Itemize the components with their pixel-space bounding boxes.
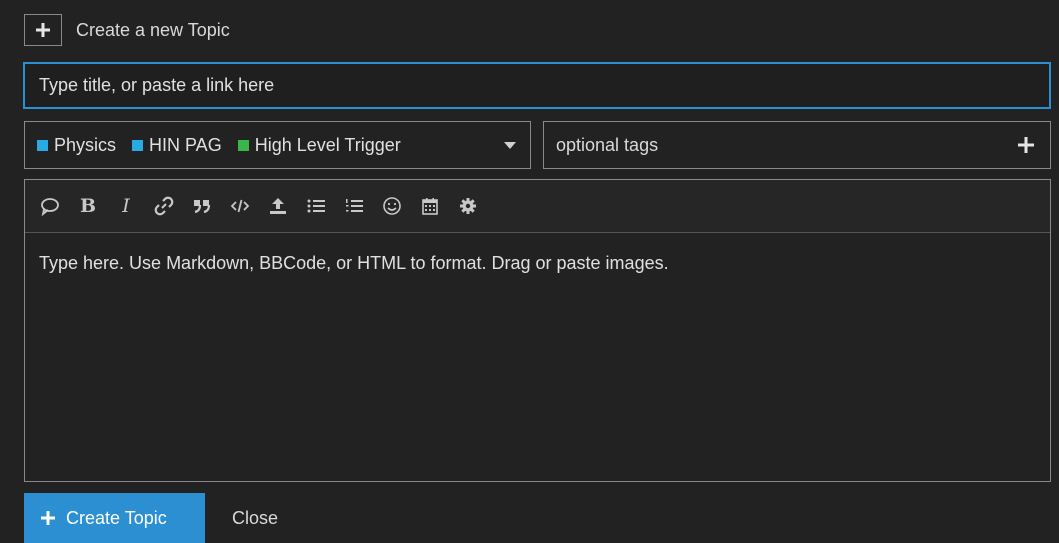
editor-placeholder: Type here. Use Markdown, BBCode, or HTML… xyxy=(39,253,669,273)
code-icon[interactable] xyxy=(227,193,253,219)
create-topic-button[interactable]: Create Topic xyxy=(24,493,205,543)
plus-icon xyxy=(41,511,55,525)
category-label: Physics xyxy=(54,134,117,155)
emoji-icon[interactable] xyxy=(379,193,405,219)
composer-header: Create a new Topic xyxy=(24,14,230,46)
editor: B I Type here. Use Markdown, BBCode, or … xyxy=(24,179,1051,482)
topic-composer: Create a new Topic Physics HIN PAG High … xyxy=(0,0,1059,543)
gear-icon[interactable] xyxy=(455,193,481,219)
topic-title-input[interactable] xyxy=(23,62,1051,109)
tags-chooser[interactable]: optional tags xyxy=(543,121,1051,169)
bullet-list-icon[interactable] xyxy=(303,193,329,219)
category-color-swatch xyxy=(237,139,249,151)
category-chooser[interactable]: Physics HIN PAG High Level Trigger xyxy=(24,121,531,169)
upload-icon[interactable] xyxy=(265,193,291,219)
numbered-list-icon[interactable] xyxy=(341,193,367,219)
category-label: High Level Trigger xyxy=(254,134,401,155)
category-label: HIN PAG xyxy=(149,134,222,155)
editor-textarea[interactable]: Type here. Use Markdown, BBCode, or HTML… xyxy=(25,233,1050,294)
category-badge-hin-pag: HIN PAG xyxy=(132,135,222,156)
add-tag-plus-icon[interactable] xyxy=(1016,135,1036,155)
quote-icon[interactable] xyxy=(37,193,63,219)
composer-title: Create a new Topic xyxy=(76,19,230,40)
category-color-swatch xyxy=(37,139,48,151)
plus-icon xyxy=(36,23,50,37)
create-topic-toggle-button[interactable] xyxy=(24,14,62,46)
close-button[interactable]: Close xyxy=(232,493,278,543)
close-label: Close xyxy=(232,507,279,528)
category-badge-high-level-trigger: High Level Trigger xyxy=(237,134,401,156)
create-topic-label: Create Topic xyxy=(66,507,167,528)
blockquote-icon[interactable] xyxy=(189,193,215,219)
tags-placeholder: optional tags xyxy=(556,134,659,155)
category-color-swatch xyxy=(132,139,144,151)
calendar-icon[interactable] xyxy=(417,193,443,219)
link-icon[interactable] xyxy=(151,193,177,219)
bold-icon[interactable]: B xyxy=(75,193,101,219)
editor-toolbar: B I xyxy=(25,180,1050,233)
italic-icon[interactable]: I xyxy=(113,193,139,219)
category-badge-physics: Physics xyxy=(37,135,116,156)
caret-down-icon[interactable] xyxy=(504,142,516,149)
